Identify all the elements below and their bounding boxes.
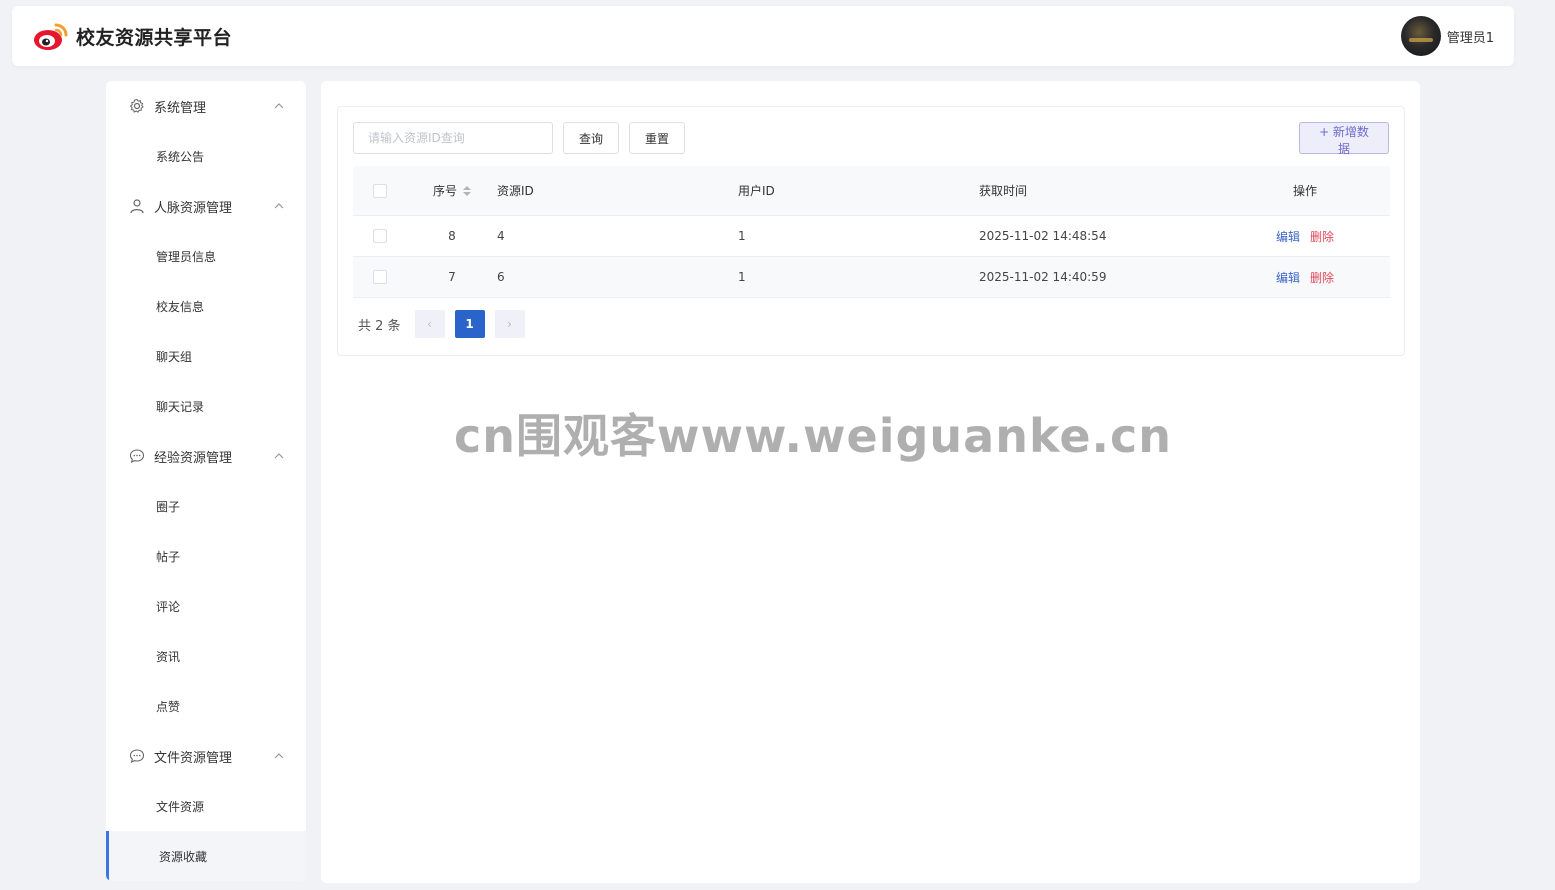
column-header-time: 获取时间 — [979, 184, 1028, 198]
sidebar-item-chat-group[interactable]: 聊天组 — [106, 331, 306, 381]
edit-link[interactable]: 编辑 — [1276, 269, 1300, 286]
weibo-logo-icon — [32, 19, 70, 53]
chat-bubble-icon — [128, 447, 146, 465]
sidebar-group-contacts[interactable]: 人脉资源管理 — [106, 181, 306, 231]
cell-time: 2025-11-02 14:40:59 — [979, 270, 1107, 284]
sidebar-group-system[interactable]: 系统管理 — [106, 81, 306, 131]
chevron-up-icon — [274, 450, 286, 462]
page-number-button[interactable]: 1 — [454, 310, 485, 338]
sidebar-item-like[interactable]: 点赞 — [106, 681, 306, 731]
table-row: 7 6 1 2025-11-02 14:40:59 编辑 删除 — [353, 257, 1390, 298]
table-row: 8 4 1 2025-11-02 14:48:54 编辑 删除 — [353, 216, 1390, 257]
cell-user-id: 1 — [738, 270, 746, 284]
pagination-total: 共 2 条 — [358, 318, 401, 334]
cell-resource-id: 4 — [497, 229, 505, 243]
user-name[interactable]: 管理员1 — [1447, 27, 1494, 46]
data-table: 序号 资源ID 用户ID 获取时间 操作 8 4 1 2025-11-02 14… — [353, 166, 1390, 298]
top-header: 校友资源共享平台 管理员1 — [12, 6, 1514, 66]
sidebar-group-experience[interactable]: 经验资源管理 — [106, 431, 306, 481]
column-header-resource-id: 资源ID — [497, 184, 534, 198]
query-button[interactable]: 查询 — [563, 122, 620, 154]
pagination: 共 2 条 ‹ 1 › — [358, 310, 535, 338]
data-panel: 查询 重置 + 新增数据 序号 资源ID 用户ID 获取时间 操作 8 4 1 — [337, 106, 1405, 356]
sidebar-item-admin-info[interactable]: 管理员信息 — [106, 231, 306, 281]
app-title: 校友资源共享平台 — [76, 26, 233, 49]
watermark: cn围观客www.weiguanke.cn — [454, 409, 1173, 463]
delete-link[interactable]: 删除 — [1310, 269, 1334, 286]
edit-link[interactable]: 编辑 — [1276, 228, 1300, 245]
toolbar: 查询 重置 + 新增数据 — [353, 122, 1389, 156]
sidebar-item-resource-favorites[interactable]: 资源收藏 — [106, 831, 306, 881]
sidebar-item-comment[interactable]: 评论 — [106, 581, 306, 631]
reset-button[interactable]: 重置 — [629, 122, 686, 154]
chevron-up-icon — [274, 200, 286, 212]
sidebar-item-post[interactable]: 帖子 — [106, 531, 306, 581]
column-header-index[interactable]: 序号 — [407, 182, 497, 199]
sidebar-item-announcement[interactable]: 系统公告 — [106, 131, 306, 181]
avatar[interactable] — [1400, 16, 1441, 56]
main-content: 查询 重置 + 新增数据 序号 资源ID 用户ID 获取时间 操作 8 4 1 — [321, 81, 1420, 883]
select-all-checkbox[interactable] — [373, 183, 387, 198]
cell-actions: 编辑 删除 — [1220, 228, 1390, 245]
sidebar-item-alumni-info[interactable]: 校友信息 — [106, 281, 306, 331]
delete-link[interactable]: 删除 — [1310, 228, 1334, 245]
user-icon — [128, 197, 146, 215]
user-menu[interactable]: 管理员1 — [1400, 16, 1494, 56]
cell-time: 2025-11-02 14:48:54 — [979, 229, 1107, 243]
sidebar-group-files[interactable]: 文件资源管理 — [106, 731, 306, 781]
add-data-button[interactable]: + 新增数据 — [1299, 122, 1389, 156]
sidebar-group-label: 系统管理 — [154, 100, 207, 116]
search-input[interactable] — [353, 122, 553, 154]
row-checkbox[interactable] — [373, 270, 387, 284]
column-header-user-id: 用户ID — [738, 184, 775, 198]
row-checkbox[interactable] — [373, 229, 387, 243]
chevron-up-icon — [274, 750, 286, 762]
sidebar-item-news[interactable]: 资讯 — [106, 631, 306, 681]
gear-icon — [128, 97, 146, 115]
cell-user-id: 1 — [738, 229, 746, 243]
chevron-up-icon — [274, 100, 286, 112]
table-header: 序号 资源ID 用户ID 获取时间 操作 — [353, 166, 1390, 216]
cell-resource-id: 6 — [497, 270, 505, 284]
chevron-right-icon: › — [507, 317, 512, 331]
cell-index: 8 — [448, 229, 456, 243]
prev-page-button[interactable]: ‹ — [414, 310, 445, 338]
sidebar-group-label: 人脉资源管理 — [154, 200, 233, 216]
cell-actions: 编辑 删除 — [1220, 269, 1390, 286]
sort-icon[interactable] — [463, 185, 471, 196]
sidebar-item-file-resource[interactable]: 文件资源 — [106, 781, 306, 831]
sidebar-group-label: 经验资源管理 — [154, 450, 233, 466]
sidebar-item-chat-record[interactable]: 聊天记录 — [106, 381, 306, 431]
next-page-button[interactable]: › — [494, 310, 525, 338]
chevron-left-icon: ‹ — [427, 317, 432, 331]
sidebar-item-circle[interactable]: 圈子 — [106, 481, 306, 531]
cell-index: 7 — [448, 270, 456, 284]
chat-bubble-icon — [128, 747, 146, 765]
sidebar-group-label: 文件资源管理 — [154, 750, 233, 766]
sidebar: 系统管理 系统公告 人脉资源管理 管理员信息 校友信息 聊天组 聊天记录 经验资… — [106, 81, 306, 881]
column-header-actions: 操作 — [1292, 184, 1317, 198]
